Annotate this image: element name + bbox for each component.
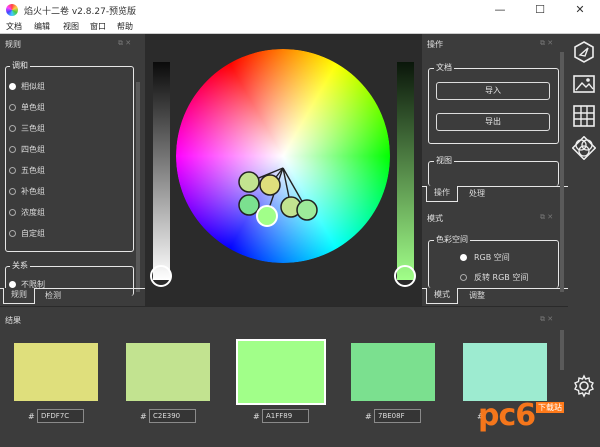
radio-rgb-space[interactable] [460, 254, 467, 261]
rules-panel-title: 规则 [5, 40, 21, 49]
results-float-icon[interactable]: ⧉ ✕ [540, 315, 553, 324]
watermark-subtext: 下载站 [536, 402, 564, 413]
tab-operations[interactable]: 操作 [426, 186, 458, 202]
result-swatch-5[interactable] [463, 343, 547, 401]
radio-label-analogous[interactable]: 相似组 [21, 81, 45, 92]
harmony-options: 相似组 单色组 三色组 四色组 五色组 补色组 浓度组 自定组 [5, 80, 134, 250]
harmony-point-3[interactable] [238, 194, 260, 216]
hex-hash-2: # [140, 412, 147, 421]
radio-label-custom[interactable]: 自定组 [21, 228, 45, 239]
right-scrollbar[interactable] [560, 52, 564, 292]
tab-rules[interactable]: 规则 [3, 288, 35, 304]
hex-field-2[interactable]: C2E390 [149, 409, 196, 423]
radio-label-complementary[interactable]: 补色组 [21, 186, 45, 197]
view-group-label: 视图 [434, 155, 454, 166]
left-luminance-slider[interactable] [153, 62, 170, 280]
wheel-center-glow [176, 49, 390, 263]
title-bar: 焰火十二卷 v2.8.27-预览版 — ☐ ✕ [0, 0, 600, 20]
menu-edit[interactable]: 编辑 [34, 21, 50, 32]
radio-triad[interactable] [9, 125, 16, 132]
right-luminance-slider[interactable] [397, 62, 414, 280]
radio-pentad[interactable] [9, 167, 16, 174]
operations-panel: 操作 ⧉ ✕ 文档 导入 导出 视图 操作 处理 模式 ⧉ ✕ 色彩空间 RGB… [422, 34, 568, 306]
result-swatch-1[interactable] [14, 343, 98, 401]
menu-file[interactable]: 文档 [6, 21, 22, 32]
colorspace-group-label: 色彩空间 [434, 234, 470, 245]
settings-icon[interactable] [572, 374, 596, 398]
harmony-point-2[interactable] [259, 174, 281, 196]
operations-float-icon[interactable]: ⧉ ✕ [540, 39, 553, 48]
watermark-logo: pc6 下载站 [478, 396, 564, 440]
export-button[interactable]: 导出 [436, 113, 550, 131]
panel-float-icon[interactable]: ⧉ ✕ [118, 39, 131, 48]
watermark-text: pc6 [478, 398, 536, 433]
navigate-icon[interactable] [572, 40, 596, 64]
document-group-label: 文档 [434, 62, 454, 73]
document-group [428, 68, 559, 144]
tab-adjust[interactable]: 调整 [462, 289, 492, 305]
harmony-group-label: 调和 [10, 60, 30, 71]
relation-group-label: 关系 [10, 260, 30, 271]
mode-panel-title: 模式 [427, 214, 443, 223]
hex-field-3[interactable]: A1FF89 [262, 409, 309, 423]
radio-label-inverted-rgb[interactable]: 反转 RGB 空间 [474, 272, 528, 283]
harmony-point-5[interactable] [296, 199, 318, 221]
results-panel-title: 结果 [5, 316, 21, 325]
import-button[interactable]: 导入 [436, 82, 550, 100]
operations-panel-title: 操作 [427, 40, 443, 49]
grid-icon[interactable] [572, 104, 596, 128]
window-title: 焰火十二卷 v2.8.27-预览版 [24, 7, 137, 17]
hex-hash-3: # [253, 412, 260, 421]
harmony-point-1[interactable] [238, 171, 260, 193]
harmony-point-base[interactable] [256, 205, 278, 227]
radio-label-pentad[interactable]: 五色组 [21, 165, 45, 176]
hex-hash-4: # [365, 412, 372, 421]
result-swatch-3-selected[interactable] [236, 339, 326, 405]
radio-analogous[interactable] [9, 83, 16, 90]
color-wheel-area [145, 34, 422, 306]
radio-label-tetrad[interactable]: 四色组 [21, 144, 45, 155]
rules-panel: 规则 ⧉ ✕ 调和 相似组 单色组 三色组 四色组 五色组 补色组 浓度组 自定… [0, 34, 145, 306]
radio-custom[interactable] [9, 230, 16, 237]
menu-help[interactable]: 帮助 [117, 21, 133, 32]
radio-complementary[interactable] [9, 188, 16, 195]
radio-label-shades[interactable]: 浓度组 [21, 207, 45, 218]
app-logo-icon [6, 4, 18, 16]
close-button[interactable]: ✕ [560, 0, 600, 20]
results-scrollbar[interactable] [560, 330, 564, 370]
left-scrollbar[interactable] [136, 82, 140, 292]
result-swatch-4[interactable] [351, 343, 435, 401]
hex-field-4[interactable]: 7BE08F [374, 409, 421, 423]
radio-label-triad[interactable]: 三色组 [21, 123, 45, 134]
menu-window[interactable]: 窗口 [90, 21, 106, 32]
radio-monochrome[interactable] [9, 104, 16, 111]
radio-label-monochrome[interactable]: 单色组 [21, 102, 45, 113]
tab-mode[interactable]: 模式 [426, 288, 458, 304]
menu-bar: 文档 编辑 视图 窗口 帮助 [0, 20, 600, 34]
image-icon[interactable] [572, 72, 596, 96]
radio-shades[interactable] [9, 209, 16, 216]
maximize-button[interactable]: ☐ [520, 0, 560, 20]
radio-unrestricted[interactable] [9, 281, 16, 288]
hex-field-1[interactable]: DFDF7C [37, 409, 84, 423]
radio-inverted-rgb[interactable] [460, 274, 467, 281]
tab-check[interactable]: 检测 [38, 289, 68, 305]
minimize-button[interactable]: — [480, 0, 520, 20]
side-toolbar [568, 34, 600, 447]
result-swatch-2[interactable] [126, 343, 210, 401]
menu-view[interactable]: 视图 [63, 21, 79, 32]
radio-label-rgb-space[interactable]: RGB 空间 [474, 252, 510, 263]
mode-float-icon[interactable]: ⧉ ✕ [540, 213, 553, 222]
radio-tetrad[interactable] [9, 146, 16, 153]
tab-process[interactable]: 处理 [462, 187, 492, 203]
hex-hash-1: # [28, 412, 35, 421]
blend-icon[interactable] [572, 136, 596, 160]
color-wheel-canvas[interactable] [145, 34, 422, 306]
